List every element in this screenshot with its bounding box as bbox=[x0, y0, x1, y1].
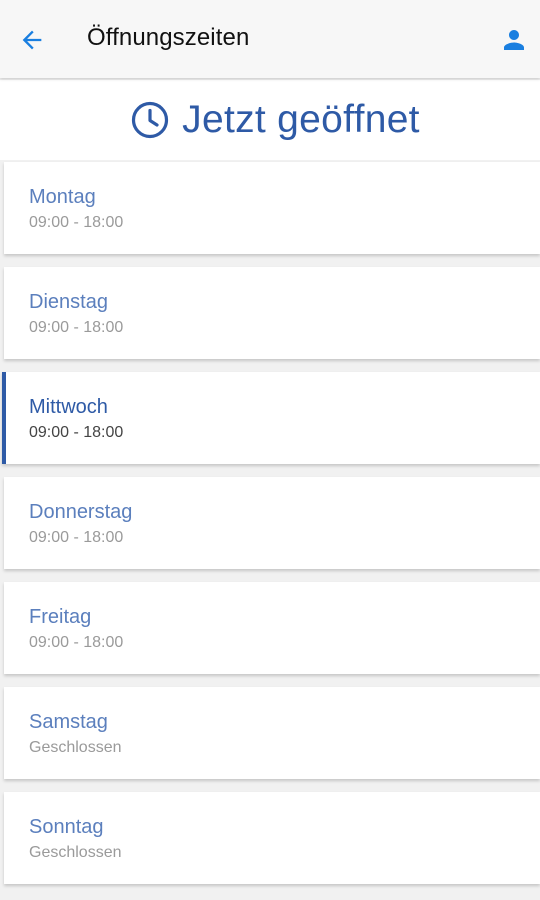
day-name: Dienstag bbox=[29, 291, 108, 313]
day-card-dienstag[interactable]: Dienstag 09:00 - 18:00 bbox=[4, 267, 540, 359]
day-hours: Geschlossen bbox=[29, 844, 122, 861]
clock-icon bbox=[132, 101, 169, 139]
day-card-mittwoch[interactable]: Mittwoch 09:00 - 18:00 bbox=[2, 372, 540, 464]
day-name: Donnerstag bbox=[29, 501, 133, 523]
day-hours: 09:00 - 18:00 bbox=[29, 634, 124, 651]
page-title: Öffnungszeiten bbox=[87, 24, 250, 51]
day-hours: 09:00 - 18:00 bbox=[29, 319, 124, 336]
day-card-samstag[interactable]: Samstag Geschlossen bbox=[4, 687, 540, 779]
day-name: Freitag bbox=[29, 606, 92, 628]
day-card-montag[interactable]: Montag 09:00 - 18:00 bbox=[4, 162, 540, 254]
open-status-text: Jetzt geöffnet bbox=[182, 98, 420, 141]
app-bar: Öffnungszeiten bbox=[0, 0, 540, 78]
profile-button[interactable] bbox=[492, 18, 536, 62]
day-name: Mittwoch bbox=[29, 396, 108, 418]
person-icon bbox=[504, 30, 524, 50]
day-name: Sonntag bbox=[29, 816, 104, 838]
arrow-left-icon bbox=[22, 30, 42, 50]
day-hours: Geschlossen bbox=[29, 739, 122, 756]
day-name: Samstag bbox=[29, 711, 108, 733]
day-card-freitag[interactable]: Freitag 09:00 - 18:00 bbox=[4, 582, 540, 674]
day-hours: 09:00 - 18:00 bbox=[29, 214, 124, 231]
day-card-sonntag[interactable]: Sonntag Geschlossen bbox=[4, 792, 540, 884]
day-card-donnerstag[interactable]: Donnerstag 09:00 - 18:00 bbox=[4, 477, 540, 569]
day-hours: 09:00 - 18:00 bbox=[29, 424, 124, 441]
day-hours: 09:00 - 18:00 bbox=[29, 529, 124, 546]
back-button[interactable] bbox=[10, 18, 54, 62]
open-status-banner: Jetzt geöffnet bbox=[0, 80, 540, 160]
day-name: Montag bbox=[29, 186, 96, 208]
